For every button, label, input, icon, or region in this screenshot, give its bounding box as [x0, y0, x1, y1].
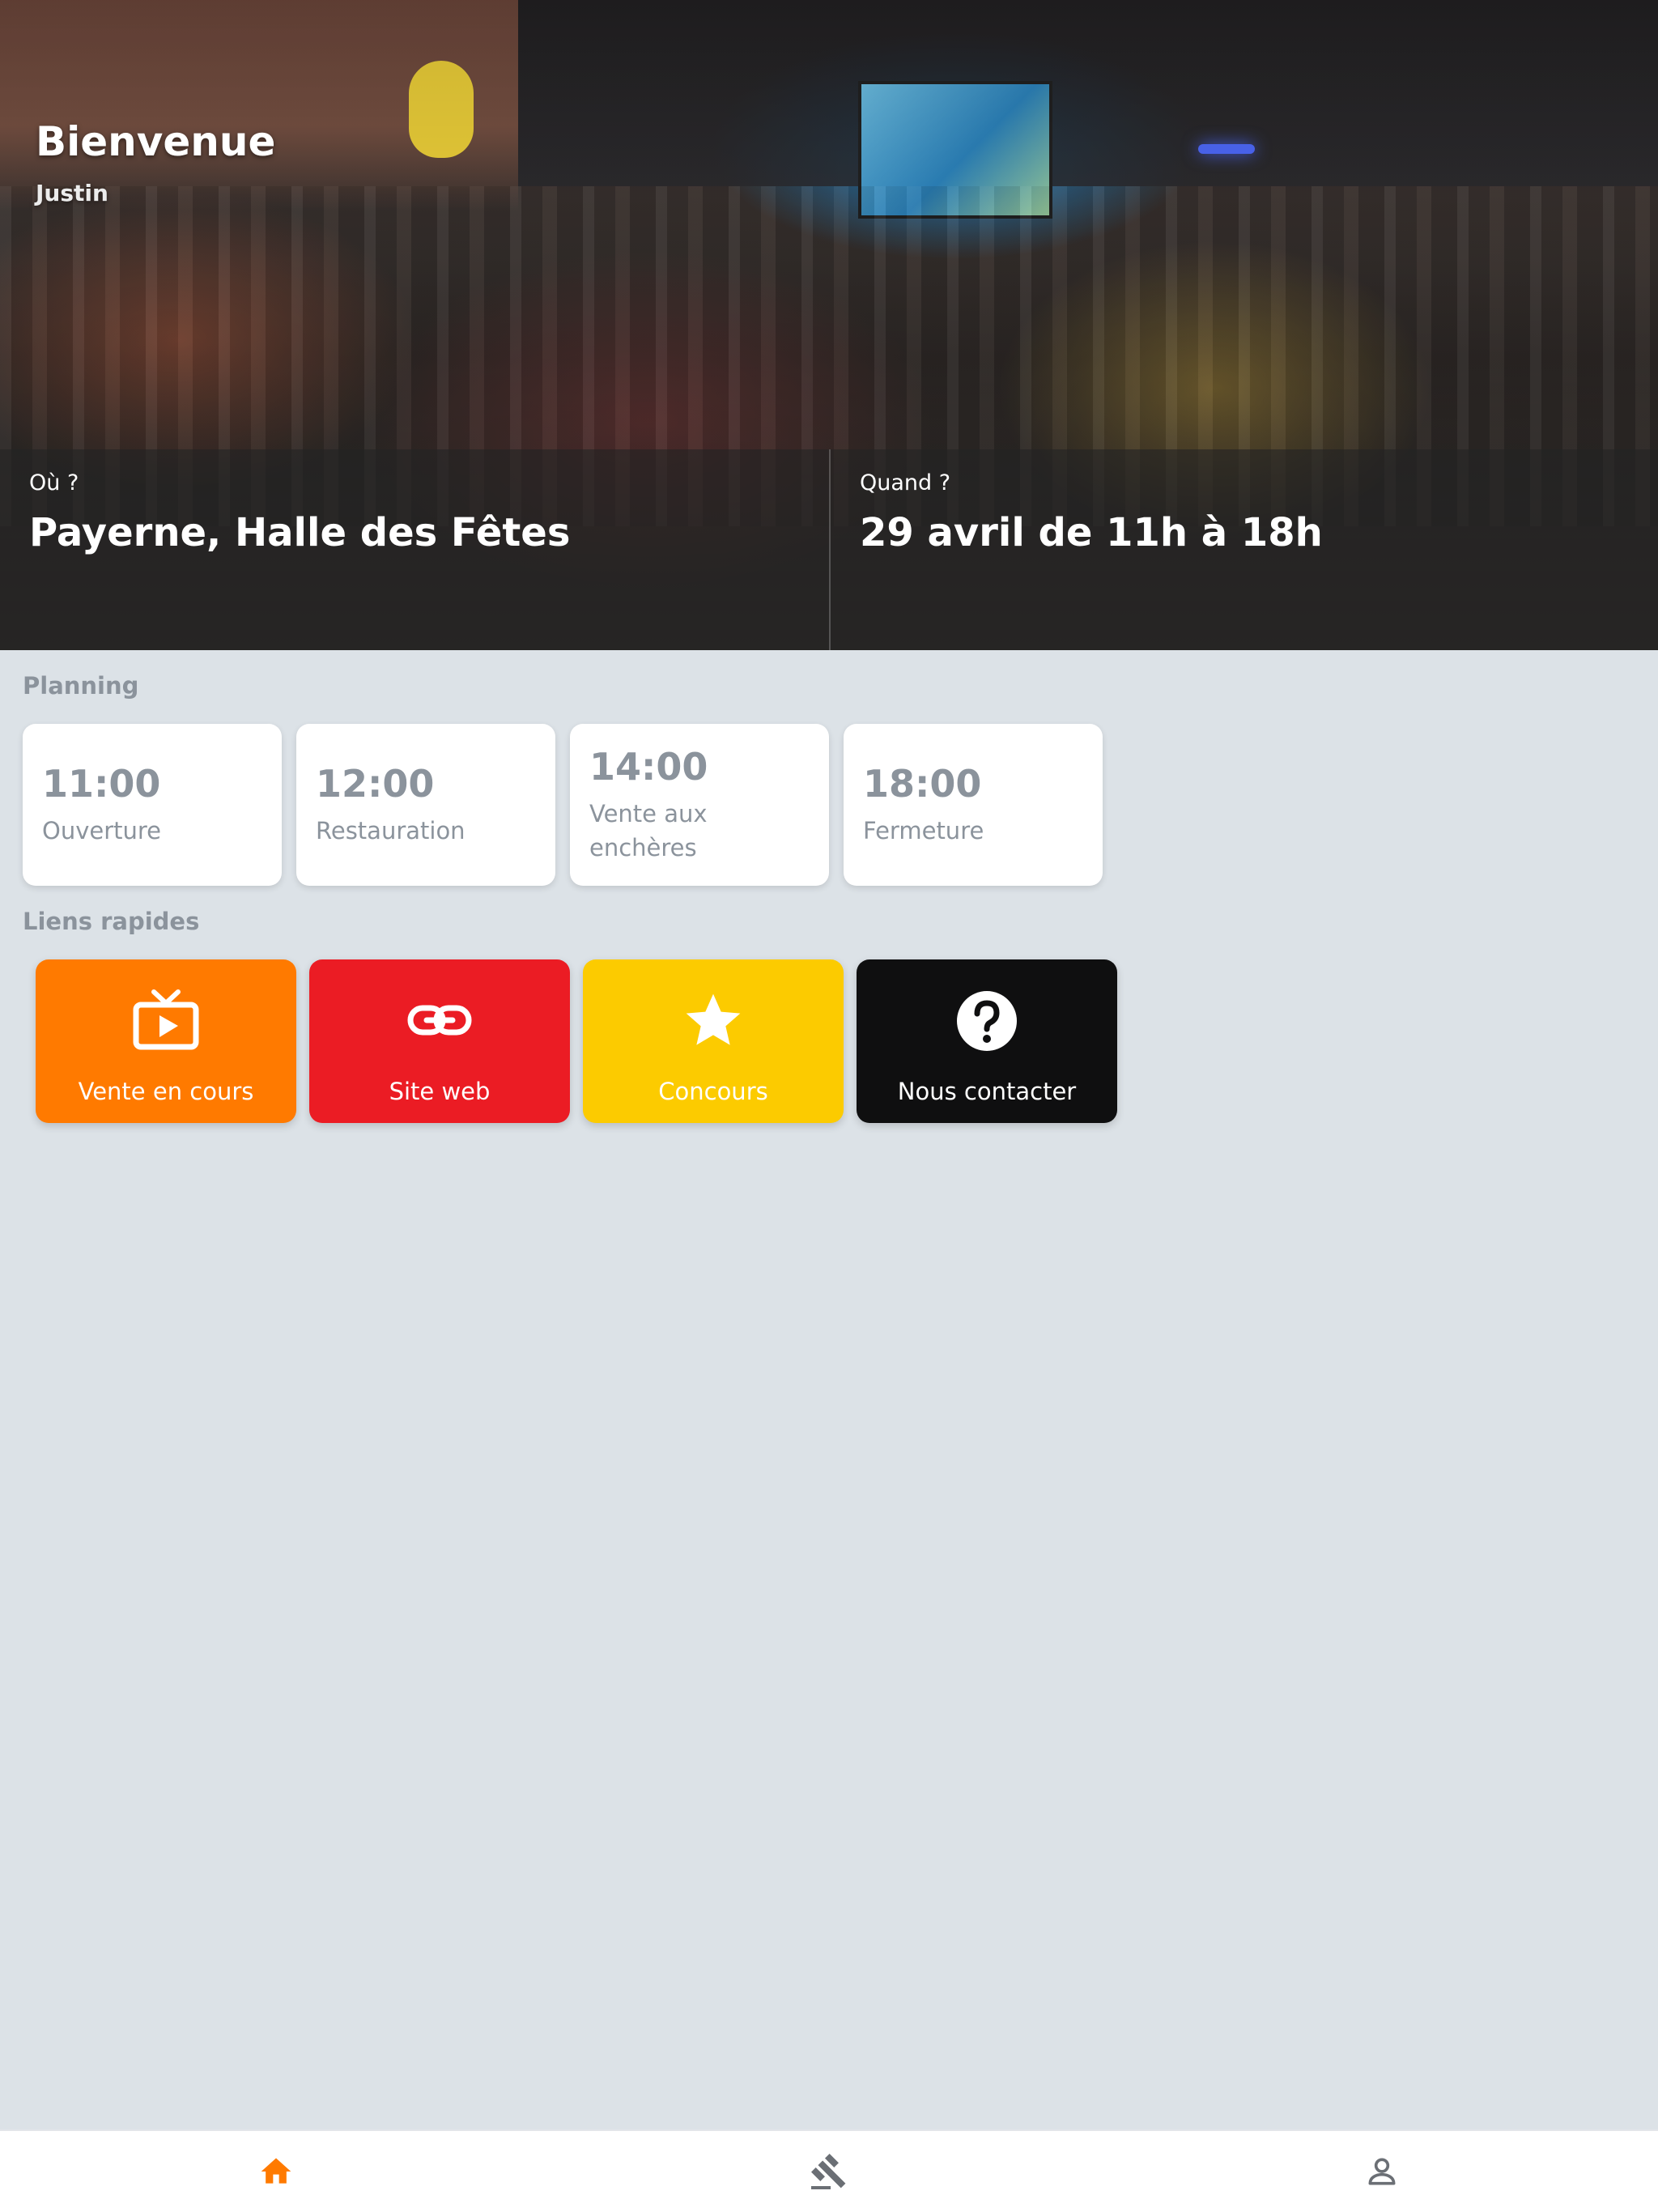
nav-profile[interactable] — [1301, 2139, 1463, 2204]
contact-label: Nous contacter — [897, 1078, 1077, 1105]
planning-card: 18:00 Fermeture — [844, 724, 1103, 886]
quick-links-list: Vente en cours Site web Concours Nous co… — [36, 959, 1117, 1123]
contact-link[interactable]: Nous contacter — [857, 959, 1117, 1123]
live-sale-link[interactable]: Vente en cours — [36, 959, 296, 1123]
planning-label: Ouverture — [42, 817, 162, 844]
link-icon — [401, 982, 478, 1060]
welcome-user: Justin — [36, 180, 108, 206]
contest-label: Concours — [658, 1078, 768, 1105]
nav-home[interactable] — [195, 2139, 357, 2204]
bottom-navigation — [0, 2129, 1658, 2212]
event-location: Où ? Payerne, Halle des Fêtes — [0, 449, 829, 650]
planning-card: 11:00 Ouverture — [23, 724, 282, 886]
planning-card: 14:00 Vente aux enchères — [570, 724, 829, 886]
planning-time: 14:00 — [589, 745, 708, 789]
app-root: Bienvenue Justin Où ? Payerne, Halle des… — [0, 0, 1658, 2212]
location-label: Où ? — [29, 470, 79, 496]
website-link[interactable]: Site web — [309, 959, 570, 1123]
hero-banner: Bienvenue Justin Où ? Payerne, Halle des… — [0, 0, 1658, 650]
event-info-band: Où ? Payerne, Halle des Fêtes Quand ? 29… — [0, 449, 1658, 650]
website-label: Site web — [389, 1078, 491, 1105]
help-icon — [948, 982, 1026, 1060]
quick-links-title: Liens rapides — [23, 908, 200, 935]
contest-link[interactable]: Concours — [583, 959, 844, 1123]
planning-card: 12:00 Restauration — [296, 724, 555, 886]
user-icon — [1368, 2158, 1396, 2185]
welcome-title: Bienvenue — [36, 118, 276, 165]
date-label: Quand ? — [860, 470, 951, 496]
star-icon — [674, 982, 752, 1060]
planning-label: Vente aux enchères — [589, 800, 708, 861]
tv-icon — [127, 982, 205, 1060]
nav-auctions[interactable] — [748, 2139, 910, 2204]
location-value: Payerne, Halle des Fêtes — [29, 510, 571, 555]
home-icon — [261, 2158, 291, 2184]
planning-time: 18:00 — [863, 762, 982, 806]
planning-title: Planning — [23, 672, 139, 700]
event-date: Quand ? 29 avril de 11h à 18h — [829, 449, 1658, 650]
live-sale-label: Vente en cours — [78, 1078, 254, 1105]
planning-list: 11:00 Ouverture 12:00 Restauration 14:00… — [23, 724, 1103, 886]
gavel-icon — [810, 2154, 846, 2189]
planning-label: Fermeture — [863, 817, 984, 844]
date-value: 29 avril de 11h à 18h — [860, 510, 1323, 555]
planning-label: Restauration — [316, 817, 466, 844]
planning-time: 12:00 — [316, 762, 435, 806]
planning-time: 11:00 — [42, 762, 161, 806]
